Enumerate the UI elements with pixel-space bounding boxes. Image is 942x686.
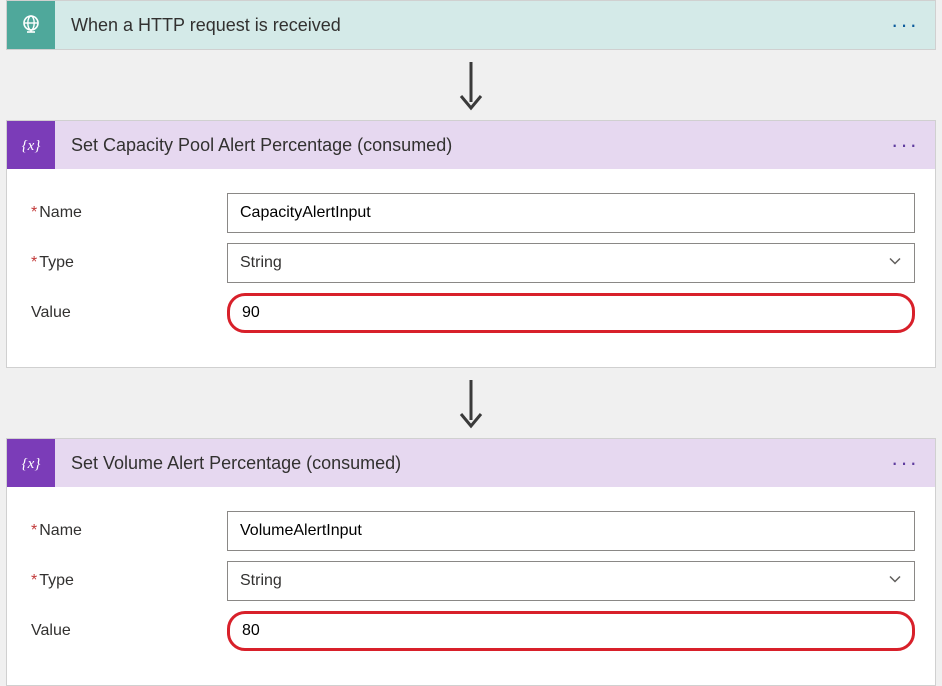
flow-designer-canvas: When a HTTP request is received ··· {x} … [0, 0, 942, 686]
capacity-step-header[interactable]: {x} Set Capacity Pool Alert Percentage (… [7, 121, 935, 169]
trigger-step[interactable]: When a HTTP request is received ··· [6, 0, 936, 50]
volume-more-menu[interactable]: ··· [885, 439, 925, 487]
connector-arrow [6, 368, 936, 438]
trigger-header[interactable]: When a HTTP request is received ··· [7, 1, 935, 49]
volume-name-label: *Name [27, 522, 227, 540]
set-capacity-pool-step[interactable]: {x} Set Capacity Pool Alert Percentage (… [6, 120, 936, 368]
capacity-value-label: Value [27, 304, 227, 322]
trigger-more-menu[interactable]: ··· [885, 1, 925, 49]
capacity-step-title: Set Capacity Pool Alert Percentage (cons… [55, 135, 452, 156]
volume-type-select[interactable]: String [227, 561, 915, 601]
set-volume-alert-step[interactable]: {x} Set Volume Alert Percentage (consume… [6, 438, 936, 686]
volume-name-input[interactable] [227, 511, 915, 551]
volume-step-header[interactable]: {x} Set Volume Alert Percentage (consume… [7, 439, 935, 487]
capacity-value-input[interactable] [227, 293, 915, 333]
volume-type-label: *Type [27, 572, 227, 590]
svg-text:{x}: {x} [22, 138, 41, 154]
capacity-name-label: *Name [27, 204, 227, 222]
capacity-name-input[interactable] [227, 193, 915, 233]
capacity-more-menu[interactable]: ··· [885, 121, 925, 169]
volume-value-label: Value [27, 622, 227, 640]
capacity-type-label: *Type [27, 254, 227, 272]
variable-icon: {x} [7, 439, 55, 487]
variable-icon: {x} [7, 121, 55, 169]
capacity-type-select[interactable]: String [227, 243, 915, 283]
http-request-icon [7, 1, 55, 49]
volume-step-body: *Name *Type String [7, 487, 935, 685]
trigger-title: When a HTTP request is received [55, 15, 341, 36]
capacity-step-body: *Name *Type String [7, 169, 935, 367]
volume-step-title: Set Volume Alert Percentage (consumed) [55, 453, 401, 474]
svg-text:{x}: {x} [22, 456, 41, 472]
volume-value-input[interactable] [227, 611, 915, 651]
connector-arrow [6, 50, 936, 120]
